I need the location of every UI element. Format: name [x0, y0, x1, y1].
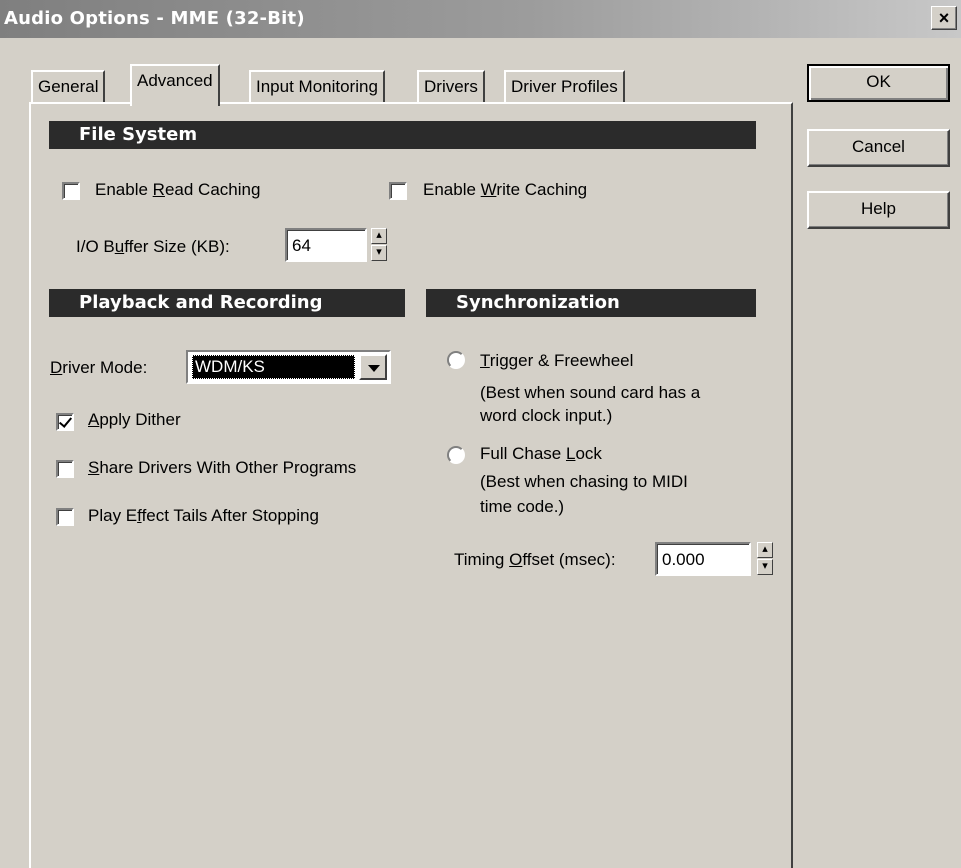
read-caching-checkbox[interactable] [62, 182, 80, 200]
full-chase-lock-label[interactable]: Full Chase Lock [480, 444, 602, 464]
driver-mode-select[interactable]: WDM/KS [186, 350, 391, 384]
buffer-size-spinner[interactable]: ▴ ▾ [371, 228, 387, 262]
title-bar: Audio Options - MME (32-Bit) × [0, 0, 961, 38]
trigger-description-line2: word clock input.) [480, 406, 613, 425]
chevron-down-icon[interactable] [359, 354, 387, 380]
effect-tails-checkbox[interactable] [56, 508, 74, 526]
write-caching-label[interactable]: Enable Write Caching [423, 180, 587, 200]
share-drivers-checkbox[interactable] [56, 460, 74, 478]
help-button[interactable]: Help [807, 191, 950, 229]
tab-input-monitoring[interactable]: Input Monitoring [249, 70, 385, 103]
chase-description-line1: (Best when chasing to MIDI [480, 472, 688, 491]
spin-down-icon[interactable]: ▾ [757, 559, 773, 575]
chase-description-line2: time code.) [480, 497, 565, 516]
synchronization-header: Synchronization [426, 289, 756, 317]
read-caching-label[interactable]: Enable Read Caching [95, 180, 260, 200]
buffer-size-label: I/O Buffer Size (KB): [76, 237, 230, 256]
buffer-size-input[interactable]: 64 [285, 228, 367, 262]
apply-dither-checkbox[interactable] [56, 413, 74, 431]
timing-offset-spinner[interactable]: ▴ ▾ [757, 542, 773, 576]
apply-dither-label[interactable]: Apply Dither [88, 410, 181, 430]
trigger-description-line1: (Best when sound card has a [480, 383, 701, 402]
timing-offset-label: Timing Offset (msec): [454, 550, 616, 569]
tab-drivers[interactable]: Drivers [417, 70, 485, 103]
effect-tails-label[interactable]: Play Effect Tails After Stopping [88, 506, 319, 526]
file-system-header: File System [49, 121, 756, 149]
ok-button[interactable]: OK [807, 64, 950, 102]
tab-driver-profiles[interactable]: Driver Profiles [504, 70, 625, 103]
full-chase-lock-radio[interactable] [447, 446, 465, 464]
cancel-button[interactable]: Cancel [807, 129, 950, 167]
playback-recording-header: Playback and Recording [49, 289, 405, 317]
spin-down-icon[interactable]: ▾ [371, 245, 387, 261]
spin-up-icon[interactable]: ▴ [371, 228, 387, 244]
spin-up-icon[interactable]: ▴ [757, 542, 773, 558]
write-caching-checkbox[interactable] [389, 182, 407, 200]
tab-general[interactable]: General [31, 70, 106, 103]
tab-advanced[interactable]: Advanced [130, 64, 220, 106]
driver-mode-label: Driver Mode: [50, 358, 148, 377]
timing-offset-input[interactable]: 0.000 [655, 542, 751, 576]
driver-mode-value: WDM/KS [192, 355, 355, 379]
window-title: Audio Options - MME (32-Bit) [4, 8, 305, 29]
close-button[interactable]: × [931, 6, 957, 30]
trigger-freewheel-radio[interactable] [447, 351, 465, 369]
trigger-freewheel-label[interactable]: Trigger & Freewheel [480, 351, 633, 371]
share-drivers-label[interactable]: Share Drivers With Other Programs [88, 458, 356, 478]
